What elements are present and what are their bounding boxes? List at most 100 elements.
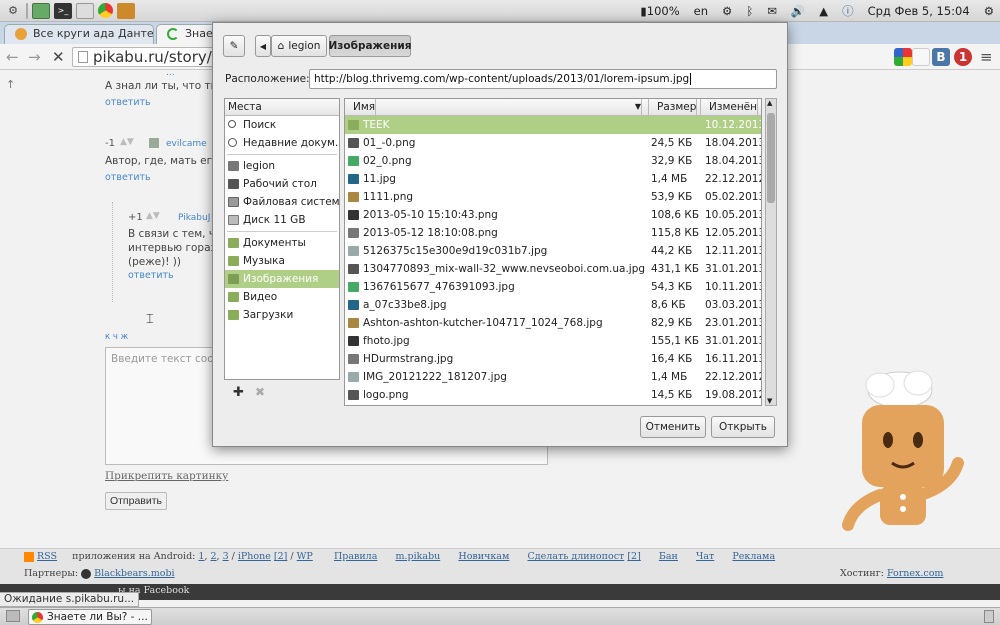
chrome-icon[interactable]: [98, 3, 113, 18]
update-shield-icon[interactable]: ⓘ: [842, 3, 854, 19]
footer-link-ban[interactable]: Бан: [659, 551, 678, 562]
chevron-up-icon[interactable]: ▲: [767, 99, 772, 107]
trash-icon[interactable]: [984, 610, 994, 623]
extension-vk-icon[interactable]: В: [932, 48, 950, 66]
volume-icon[interactable]: 🔊: [791, 4, 805, 18]
file-row[interactable]: 1367615677_476391093.jpg 54,3 КБ 10.11.201…: [345, 278, 761, 296]
place-home[interactable]: legion: [225, 157, 339, 175]
chevron-down-icon[interactable]: ▼: [767, 397, 772, 405]
place-images[interactable]: Изображения: [225, 270, 339, 288]
path-button-home[interactable]: ⌂ legion: [271, 35, 327, 57]
file-row[interactable]: 5126375c15e300e9d19c031b7.jpg 44,2 КБ 12.1…: [345, 242, 761, 260]
system-monitor-icon[interactable]: [117, 2, 135, 19]
terminal-icon[interactable]: >_: [54, 2, 72, 19]
file-list-scrollbar[interactable]: ▲ ▼: [765, 98, 777, 406]
comment-user[interactable]: ...: [166, 68, 175, 78]
place-documents[interactable]: Документы: [225, 234, 339, 252]
desktop-icon[interactable]: [32, 2, 50, 19]
footer-link-longpost-count[interactable]: [2]: [627, 551, 640, 562]
vote-arrows-icon[interactable]: ▲▼: [146, 211, 160, 221]
network-icon[interactable]: ▲: [819, 4, 828, 18]
file-row[interactable]: TEEK 10.12.2013: [345, 116, 761, 134]
mail-icon[interactable]: ✉: [767, 4, 777, 18]
reply-link[interactable]: ответить: [105, 97, 151, 108]
gear-icon[interactable]: ⚙: [4, 3, 22, 19]
file-row[interactable]: 02_0.png 32,9 КБ 18.04.2013: [345, 152, 761, 170]
footer-link-longpost[interactable]: Сделать длинопост: [528, 551, 625, 562]
forward-arrow-icon[interactable]: →: [28, 48, 41, 66]
file-row[interactable]: HDurmstrang.jpg 16,4 КБ 16.11.2013: [345, 350, 761, 368]
cancel-button[interactable]: Отменить: [640, 416, 706, 438]
edit-location-button[interactable]: ✎: [223, 35, 245, 57]
attach-image-link[interactable]: Прикрепить картинку: [105, 470, 228, 482]
battery-indicator[interactable]: ▮ 100%: [640, 4, 679, 18]
rss-link[interactable]: RSS: [37, 551, 57, 562]
keyboard-layout[interactable]: en: [694, 4, 708, 18]
place-recent[interactable]: Недавние докум...: [225, 134, 339, 152]
place-desktop[interactable]: Рабочий стол: [225, 175, 339, 193]
file-row[interactable]: Ashton-ashton-kutcher-104717_1024_768.jp…: [345, 314, 761, 332]
partner-link[interactable]: Blackbears.mobi: [94, 568, 174, 579]
column-header-modified[interactable]: Изменён: [701, 99, 761, 116]
comment-user[interactable]: PikabuJ: [178, 213, 210, 223]
reply-link[interactable]: ответить: [105, 172, 151, 183]
bluetooth-icon[interactable]: ᛒ: [746, 4, 753, 18]
iphone-count[interactable]: [2]: [274, 551, 287, 562]
open-button[interactable]: Открыть: [711, 416, 775, 438]
place-disk[interactable]: Диск 11 GB: [225, 211, 339, 229]
format-toolbar[interactable]: к ч ж: [105, 332, 128, 342]
scrollbar-thumb[interactable]: [767, 113, 775, 203]
hosting-link[interactable]: Fornex.com: [887, 568, 944, 579]
extension-rss-icon[interactable]: [912, 48, 930, 66]
file-row[interactable]: a_07c33be8.jpg 8,6 КБ 03.03.2013: [345, 296, 761, 314]
add-bookmark-icon[interactable]: ✚: [233, 385, 244, 400]
show-desktop-icon[interactable]: [6, 610, 20, 622]
file-row[interactable]: 1111.png 53,9 КБ 05.02.2013: [345, 188, 761, 206]
path-button-images[interactable]: Изображения: [329, 35, 411, 57]
android-link-3[interactable]: 3: [223, 551, 229, 562]
footer-link-ads[interactable]: Реклама: [732, 551, 775, 562]
extension-opera-icon[interactable]: 1: [954, 48, 972, 66]
place-music[interactable]: Музыка: [225, 252, 339, 270]
back-arrow-icon[interactable]: ←: [6, 48, 19, 66]
place-downloads[interactable]: Загрузки: [225, 306, 339, 324]
iphone-link[interactable]: iPhone: [238, 551, 271, 562]
footer-link-rules[interactable]: Правила: [334, 551, 377, 562]
menu-icon[interactable]: ≡: [980, 48, 993, 66]
gear-icon[interactable]: ⚙: [722, 4, 732, 18]
remove-bookmark-icon[interactable]: ✖: [255, 385, 265, 399]
file-row[interactable]: fhoto.jpg 155,1 КБ 31.01.2013: [345, 332, 761, 350]
file-row[interactable]: 2013-05-12 18:10:08.png 115,8 КБ 12.05.201…: [345, 224, 761, 242]
file-row[interactable]: 1304770893_mix-wall-32_www.nevseoboi.com…: [345, 260, 761, 278]
file-row[interactable]: logo.png 14,5 КБ 19.08.2012: [345, 386, 761, 404]
file-manager-icon[interactable]: [76, 2, 94, 19]
places-header[interactable]: Места: [225, 99, 339, 116]
file-row[interactable]: 11.jpg 1,4 МБ 22.12.2012: [345, 170, 761, 188]
android-link-1[interactable]: 1: [198, 551, 204, 562]
stop-icon[interactable]: ✕: [52, 48, 65, 66]
extension-colorpicker-icon[interactable]: [894, 48, 912, 66]
vote-arrows-icon[interactable]: ▲▼: [120, 137, 134, 147]
tab-znaete[interactable]: Знаете: [156, 24, 216, 44]
power-icon[interactable]: ⚙: [984, 4, 994, 18]
taskbar-window-item[interactable]: Знаете ли Вы? - ...: [28, 609, 152, 625]
file-row[interactable]: 2013-05-10 15:10:43.png 108,6 КБ 10.05.201…: [345, 206, 761, 224]
reply-link[interactable]: ответить: [128, 270, 174, 281]
android-link-2[interactable]: 2: [210, 551, 216, 562]
footer-link-mobile[interactable]: m.pikabu: [396, 551, 441, 562]
tab-dante[interactable]: Все круги ада Данте в: [4, 24, 154, 44]
location-input[interactable]: http://blog.thrivemg.com/wp-content/uplo…: [309, 69, 777, 89]
comment-user[interactable]: evilcame: [166, 139, 207, 149]
path-back-button[interactable]: ◀: [255, 35, 271, 57]
scroll-up-arrow-icon[interactable]: ↑: [6, 78, 15, 91]
clock[interactable]: Срд Фев 5, 15:04: [868, 4, 970, 18]
place-video[interactable]: Видео: [225, 288, 339, 306]
place-filesystem[interactable]: Файловая система: [225, 193, 339, 211]
place-search[interactable]: Поиск: [225, 116, 339, 134]
file-row[interactable]: IMG_20121222_181207.jpg 1,4 МБ 22.12.2012: [345, 368, 761, 386]
file-row[interactable]: 01_-0.png 24,5 КБ 18.04.2013: [345, 134, 761, 152]
send-button[interactable]: Отправить: [105, 492, 167, 510]
column-header-name[interactable]: Имя ▼: [345, 99, 649, 116]
column-header-size[interactable]: Размер: [649, 99, 701, 116]
footer-link-newbies[interactable]: Новичкам: [458, 551, 509, 562]
